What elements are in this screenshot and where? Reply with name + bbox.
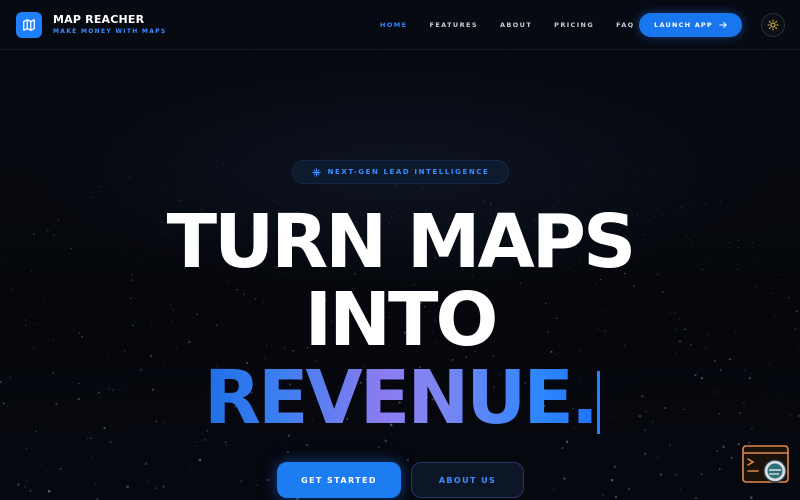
nav-faq[interactable]: FAQ	[616, 21, 634, 29]
brand-title: MAP REACHER	[53, 13, 145, 26]
hero-badge: NEXT-GEN LEAD INTELLIGENCE	[292, 160, 509, 184]
nav-home[interactable]: HOME	[380, 21, 407, 29]
terminal-chat-icon	[742, 445, 789, 483]
hero-title-line-1: TURN MAPS	[166, 199, 637, 285]
nav-about[interactable]: ABOUT	[500, 21, 532, 29]
hero-title-line-3: REVENUE.	[0, 361, 800, 435]
get-started-button[interactable]: GET STARTED	[277, 462, 401, 498]
hero-title-line-2: INTO	[304, 277, 499, 363]
sparkle-icon	[311, 167, 321, 177]
hero-title-gradient: REVENUE.	[203, 355, 599, 441]
hero-badge-text: NEXT-GEN LEAD INTELLIGENCE	[327, 168, 490, 176]
logo[interactable]	[16, 12, 42, 38]
launch-app-label: LAUNCH APP	[654, 21, 713, 29]
nav-features[interactable]: FEATURES	[429, 21, 477, 29]
map-icon	[23, 19, 35, 31]
typing-cursor	[597, 371, 600, 434]
sun-icon	[767, 19, 779, 31]
launch-app-button[interactable]: LAUNCH APP	[639, 13, 742, 37]
main-nav: HOME FEATURES ABOUT PRICING FAQ	[380, 21, 657, 29]
header: MAP REACHER MAKE MONEY WITH MAPS HOME FE…	[0, 0, 800, 50]
nav-pricing[interactable]: PRICING	[554, 21, 594, 29]
brand-subtitle: MAKE MONEY WITH MAPS	[53, 28, 167, 35]
about-us-button[interactable]: ABOUT US	[411, 462, 524, 498]
chat-widget[interactable]	[742, 445, 790, 485]
arrow-right-icon	[719, 22, 727, 28]
theme-toggle[interactable]	[761, 13, 785, 37]
